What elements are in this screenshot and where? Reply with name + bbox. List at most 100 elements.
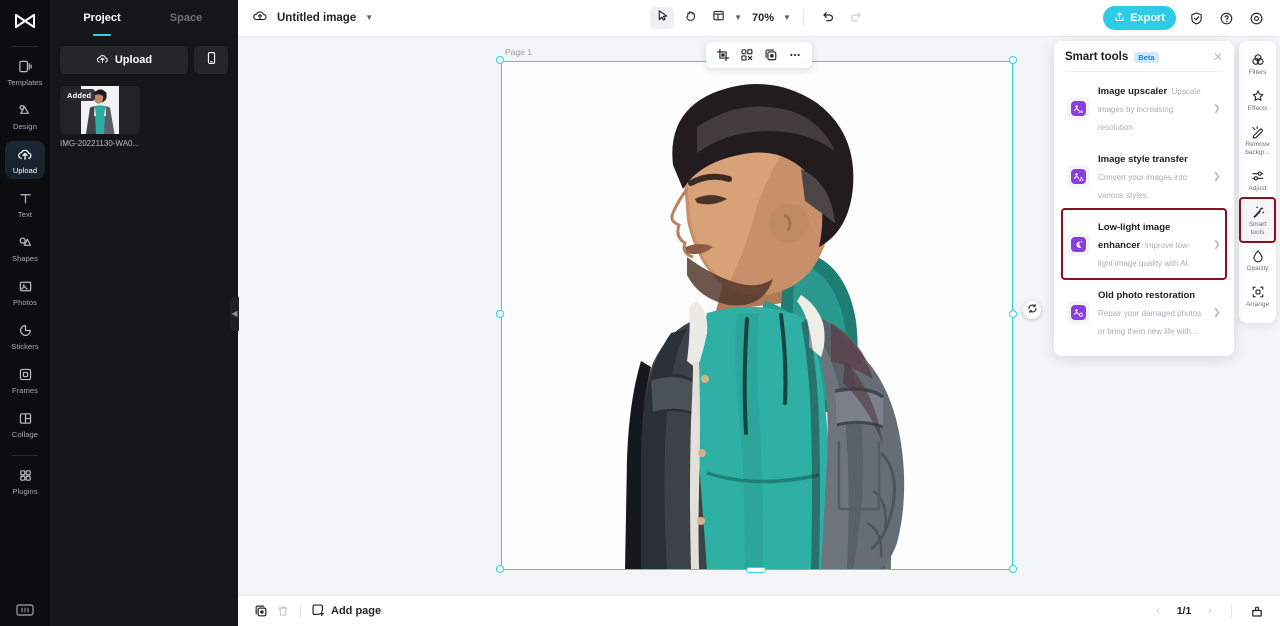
sidebar-item-upload[interactable]: Upload bbox=[5, 141, 45, 179]
export-panel-icon[interactable] bbox=[1246, 601, 1268, 621]
sidebar-item-plugins[interactable]: Plugins bbox=[5, 462, 45, 500]
right-icon-rail: Filters Effects Remove backgr... Adjust … bbox=[1239, 41, 1276, 323]
mobile-upload-button[interactable] bbox=[194, 46, 228, 74]
collapse-panel-handle[interactable]: ◀ bbox=[230, 297, 239, 331]
resize-handle-bottom-left[interactable] bbox=[496, 565, 504, 573]
undo-button[interactable] bbox=[816, 7, 840, 29]
resize-handle-bottom-middle[interactable] bbox=[746, 566, 766, 573]
resize-handle-middle-left[interactable] bbox=[496, 310, 504, 318]
cursor-arrow-icon bbox=[656, 9, 669, 27]
smart-tool-image-upscaler[interactable]: 4K Image upscaler Upscale images by incr… bbox=[1063, 74, 1225, 142]
rotate-handle[interactable] bbox=[1023, 301, 1041, 319]
resize-handle-middle-right[interactable] bbox=[1009, 310, 1017, 318]
right-tool-smart-tools[interactable]: Smart tools bbox=[1239, 197, 1276, 243]
right-tool-effects[interactable]: Effects bbox=[1241, 83, 1274, 117]
settings-gear-icon[interactable] bbox=[1246, 8, 1266, 28]
mobile-upload-icon bbox=[206, 51, 217, 70]
text-icon bbox=[18, 190, 33, 207]
sidebar-item-shapes[interactable]: Shapes bbox=[5, 229, 45, 267]
resize-handle-top-left[interactable] bbox=[496, 56, 504, 64]
sidebar-item-text[interactable]: Text bbox=[5, 185, 45, 223]
smart-tool-old-photo-restoration[interactable]: Old photo restoration Repair your damage… bbox=[1063, 278, 1225, 346]
resize-handle-bottom-right[interactable] bbox=[1009, 565, 1017, 573]
smart-tools-header: Smart tools Beta ✕ bbox=[1063, 49, 1225, 71]
layout-chevron-down-icon[interactable]: ▼ bbox=[734, 14, 742, 22]
artboard[interactable] bbox=[496, 56, 1041, 573]
rail-divider-bottom bbox=[12, 455, 38, 456]
right-tool-arrange[interactable]: Arrange bbox=[1241, 279, 1274, 313]
more-horizontal-icon[interactable] bbox=[784, 45, 806, 65]
low-light-enhancer-icon bbox=[1067, 232, 1090, 256]
zoom-level[interactable]: 70% bbox=[752, 12, 774, 24]
photo-restoration-icon bbox=[1067, 300, 1090, 324]
tab-space[interactable]: Space bbox=[144, 0, 228, 36]
zoom-chevron-down-icon[interactable]: ▼ bbox=[783, 14, 791, 22]
shield-icon[interactable] bbox=[1186, 8, 1206, 28]
upload-row: Upload bbox=[60, 46, 228, 74]
help-circle-icon[interactable] bbox=[1216, 8, 1236, 28]
sidebar-item-stickers[interactable]: Stickers bbox=[5, 317, 45, 355]
resize-handle-top-right[interactable] bbox=[1009, 56, 1017, 64]
sidebar-item-label: Photos bbox=[13, 297, 37, 307]
redo-button[interactable] bbox=[844, 7, 868, 29]
right-tool-remove-background[interactable]: Remove backgr... bbox=[1241, 119, 1274, 161]
left-icon-rail: Templates Design Upload Text Shapes Phot… bbox=[0, 0, 50, 626]
select-tool-button[interactable] bbox=[650, 7, 675, 29]
bottom-divider bbox=[300, 604, 301, 618]
upload-button[interactable]: Upload bbox=[60, 46, 188, 74]
chevron-right-icon: ❯ bbox=[1213, 306, 1221, 317]
smart-tool-image-style-transfer[interactable]: Image style transfer Convert your images… bbox=[1063, 142, 1225, 210]
trash-icon[interactable] bbox=[272, 601, 294, 621]
close-icon[interactable]: ✕ bbox=[1213, 51, 1223, 63]
chevron-down-icon[interactable]: ▼ bbox=[365, 14, 373, 22]
cutout-icon[interactable] bbox=[736, 45, 758, 65]
smart-tool-text: Old photo restoration Repair your damage… bbox=[1098, 285, 1205, 339]
cloud-save-icon[interactable] bbox=[252, 9, 268, 28]
right-tool-filters[interactable]: Filters bbox=[1241, 47, 1274, 81]
crop-icon[interactable] bbox=[712, 45, 734, 65]
right-tool-adjust[interactable]: Adjust bbox=[1241, 163, 1274, 197]
right-tool-label: Remove backgr... bbox=[1245, 141, 1270, 156]
keyboard-shortcuts-icon[interactable] bbox=[14, 600, 36, 618]
smart-tool-name: Image style transfer bbox=[1098, 154, 1188, 165]
sidebar-item-design[interactable]: Design bbox=[5, 97, 45, 135]
frames-icon bbox=[18, 366, 33, 383]
sidebar-item-label: Frames bbox=[11, 385, 39, 395]
chevron-right-icon[interactable]: › bbox=[1203, 605, 1217, 617]
sidebar-item-photos[interactable]: Photos bbox=[5, 273, 45, 311]
effects-icon bbox=[1251, 88, 1265, 103]
export-button[interactable]: Export bbox=[1103, 6, 1176, 30]
tab-project[interactable]: Project bbox=[60, 0, 144, 36]
asset-item[interactable]: Added IMG-20221130-WA0... bbox=[60, 86, 140, 149]
pages-icon[interactable] bbox=[250, 601, 272, 621]
hand-tool-button[interactable] bbox=[678, 7, 702, 29]
rail-bottom-area bbox=[0, 600, 50, 618]
duplicate-icon[interactable] bbox=[760, 45, 782, 65]
beta-badge: Beta bbox=[1134, 51, 1159, 63]
document-title[interactable]: Untitled image bbox=[277, 12, 356, 24]
sidebar-item-templates[interactable]: Templates bbox=[5, 53, 45, 91]
smart-tool-text: Image style transfer Convert your images… bbox=[1098, 149, 1205, 203]
chevron-left-icon[interactable]: ‹ bbox=[1151, 605, 1165, 617]
asset-filename: IMG-20221130-WA0... bbox=[60, 139, 140, 148]
add-page-button[interactable]: Add page bbox=[311, 603, 381, 620]
sidebar-item-collage[interactable]: Collage bbox=[5, 405, 45, 443]
app-logo[interactable] bbox=[0, 4, 50, 40]
templates-icon bbox=[18, 58, 33, 75]
sidebar-item-frames[interactable]: Frames bbox=[5, 361, 45, 399]
image-object[interactable] bbox=[501, 61, 1013, 570]
upload-button-label: Upload bbox=[114, 54, 153, 66]
rail-divider-top bbox=[12, 46, 38, 47]
sidebar-item-label: Collage bbox=[11, 429, 39, 439]
sidebar-item-label: Shapes bbox=[11, 253, 39, 263]
smart-tool-low-light-enhancer[interactable]: Low-light image enhancer Improve low-lig… bbox=[1061, 208, 1227, 280]
moon-glyph bbox=[1071, 236, 1086, 252]
right-tool-opacity[interactable]: Opacity bbox=[1241, 243, 1274, 277]
layout-tool-button[interactable] bbox=[706, 7, 730, 29]
smart-tools-panel: Smart tools Beta ✕ 4K Image upscaler Ups… bbox=[1054, 41, 1234, 356]
panel-tab-bar: Project Space bbox=[50, 0, 238, 36]
top-toolbar: Untitled image ▼ ▼ 70% ▼ Export bbox=[238, 0, 1280, 37]
asset-thumbnail[interactable]: Added bbox=[60, 86, 140, 134]
project-panel: Project Space Upload Added IMG-20221130-… bbox=[50, 0, 239, 626]
photos-icon bbox=[18, 278, 33, 295]
